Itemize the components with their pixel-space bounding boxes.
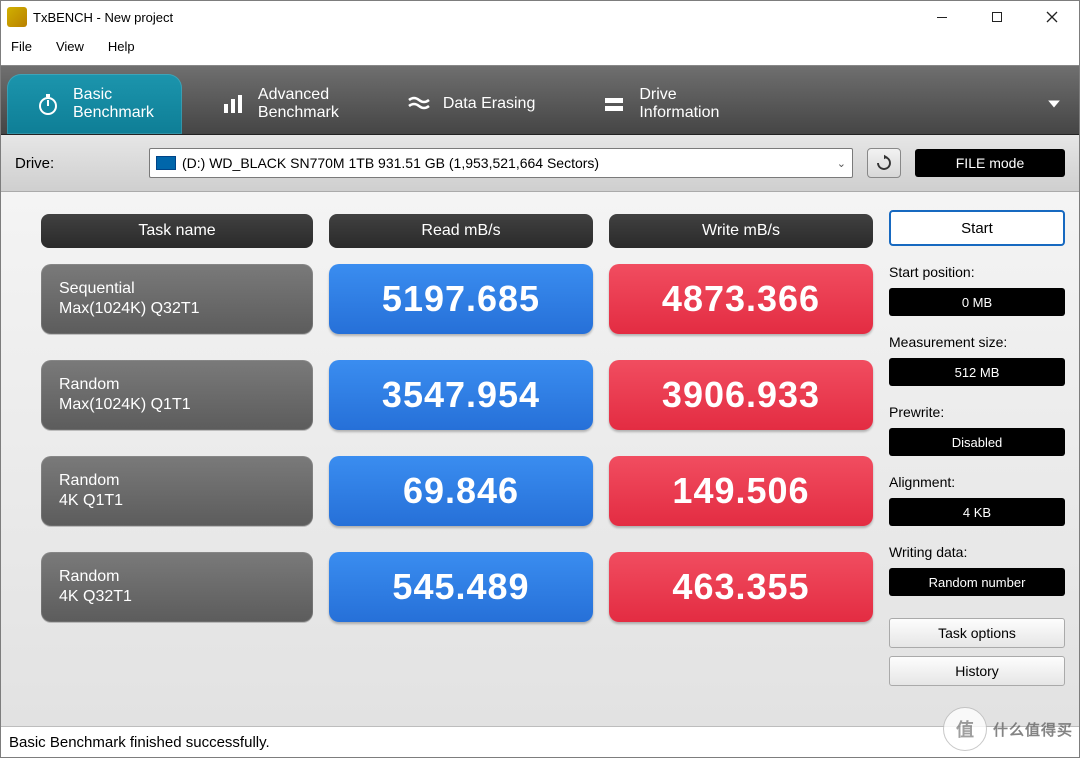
tab-advanced-benchmark[interactable]: AdvancedBenchmark — [192, 74, 367, 134]
read-value[interactable]: 69.846 — [329, 456, 593, 526]
menu-bar: File View Help — [1, 33, 1079, 65]
result-row: RandomMax(1024K) Q1T13547.9543906.933 — [41, 360, 885, 430]
status-bar: Basic Benchmark finished successfully. — [1, 726, 1079, 757]
tab-label: DriveInformation — [639, 86, 719, 123]
task-cell[interactable]: SequentialMax(1024K) Q32T1 — [41, 264, 313, 334]
tab-data-erasing[interactable]: Data Erasing — [377, 74, 564, 134]
tab-label: BasicBenchmark — [73, 86, 154, 123]
task-line2: Max(1024K) Q32T1 — [59, 299, 295, 319]
writing-data-label: Writing data: — [889, 544, 1065, 560]
write-value[interactable]: 3906.933 — [609, 360, 873, 430]
write-value[interactable]: 149.506 — [609, 456, 873, 526]
drive-selector-row: Drive: (D:) WD_BLACK SN770M 1TB 931.51 G… — [1, 135, 1079, 192]
tab-overflow-button[interactable] — [1037, 74, 1071, 134]
sidebar: Start Start position: 0 MB Measurement s… — [889, 192, 1079, 726]
disk-icon — [156, 156, 176, 170]
drive-select[interactable]: (D:) WD_BLACK SN770M 1TB 931.51 GB (1,95… — [149, 148, 853, 178]
erase-icon — [405, 91, 431, 117]
measurement-size-button[interactable]: 512 MB — [889, 358, 1065, 386]
results-panel: Task name Read mB/s Write mB/s Sequentia… — [1, 192, 889, 726]
result-row: Random4K Q32T1545.489463.355 — [41, 552, 885, 622]
write-value[interactable]: 4873.366 — [609, 264, 873, 334]
start-button[interactable]: Start — [889, 210, 1065, 246]
tab-label: Data Erasing — [443, 95, 536, 113]
stopwatch-icon — [35, 91, 61, 117]
task-line2: 4K Q1T1 — [59, 491, 295, 511]
task-line2: Max(1024K) Q1T1 — [59, 395, 295, 415]
alignment-label: Alignment: — [889, 474, 1065, 490]
read-value[interactable]: 545.489 — [329, 552, 593, 622]
maximize-button[interactable] — [969, 1, 1024, 33]
tab-label: AdvancedBenchmark — [258, 86, 339, 123]
drive-label: Drive: — [15, 155, 135, 172]
task-cell[interactable]: Random4K Q32T1 — [41, 552, 313, 622]
app-window: TxBENCH - New project File View Help Bas… — [0, 0, 1080, 758]
writing-data-button[interactable]: Random number — [889, 568, 1065, 596]
minimize-icon — [936, 11, 948, 23]
file-mode-button[interactable]: FILE mode — [915, 149, 1065, 177]
header-read: Read mB/s — [329, 214, 593, 248]
chevron-down-icon — [1047, 97, 1061, 111]
task-line1: Random — [59, 567, 295, 587]
menu-file[interactable]: File — [11, 39, 32, 54]
task-line1: Sequential — [59, 279, 295, 299]
app-icon — [7, 7, 27, 27]
task-cell[interactable]: Random4K Q1T1 — [41, 456, 313, 526]
menu-view[interactable]: View — [56, 39, 84, 54]
drive-selected-text: (D:) WD_BLACK SN770M 1TB 931.51 GB (1,95… — [182, 155, 831, 171]
close-button[interactable] — [1024, 1, 1079, 33]
close-icon — [1046, 11, 1058, 23]
content-area: Task name Read mB/s Write mB/s Sequentia… — [1, 192, 1079, 726]
tab-drive-information[interactable]: DriveInformation — [573, 74, 747, 134]
drive-icon — [601, 91, 627, 117]
header-write: Write mB/s — [609, 214, 873, 248]
prewrite-button[interactable]: Disabled — [889, 428, 1065, 456]
task-cell[interactable]: RandomMax(1024K) Q1T1 — [41, 360, 313, 430]
read-value[interactable]: 5197.685 — [329, 264, 593, 334]
title-bar: TxBENCH - New project — [1, 1, 1079, 33]
tab-basic-benchmark[interactable]: BasicBenchmark — [7, 74, 182, 134]
watermark: 值 什么值得买 — [943, 707, 1073, 751]
minimize-button[interactable] — [914, 1, 969, 33]
task-options-button[interactable]: Task options — [889, 618, 1065, 648]
menu-help[interactable]: Help — [108, 39, 135, 54]
history-button[interactable]: History — [889, 656, 1065, 686]
watermark-badge: 值 — [943, 707, 987, 751]
write-value[interactable]: 463.355 — [609, 552, 873, 622]
tab-strip: BasicBenchmark AdvancedBenchmark Data Er… — [1, 65, 1079, 135]
status-text: Basic Benchmark finished successfully. — [9, 734, 270, 751]
prewrite-label: Prewrite: — [889, 404, 1065, 420]
refresh-icon — [875, 154, 893, 172]
chevron-down-icon: ⌄ — [837, 157, 846, 170]
task-line1: Random — [59, 471, 295, 491]
result-row: SequentialMax(1024K) Q32T15197.6854873.3… — [41, 264, 885, 334]
refresh-button[interactable] — [867, 148, 901, 178]
results-header: Task name Read mB/s Write mB/s — [41, 214, 885, 248]
task-line2: 4K Q32T1 — [59, 587, 295, 607]
results-rows: SequentialMax(1024K) Q32T15197.6854873.3… — [41, 264, 885, 622]
window-title: TxBENCH - New project — [33, 10, 173, 25]
window-controls — [914, 1, 1079, 33]
header-task: Task name — [41, 214, 313, 248]
measurement-size-label: Measurement size: — [889, 334, 1065, 350]
start-position-button[interactable]: 0 MB — [889, 288, 1065, 316]
result-row: Random4K Q1T169.846149.506 — [41, 456, 885, 526]
read-value[interactable]: 3547.954 — [329, 360, 593, 430]
alignment-button[interactable]: 4 KB — [889, 498, 1065, 526]
start-position-label: Start position: — [889, 264, 1065, 280]
task-line1: Random — [59, 375, 295, 395]
barchart-icon — [220, 91, 246, 117]
maximize-icon — [991, 11, 1003, 23]
watermark-text: 什么值得买 — [993, 719, 1073, 740]
